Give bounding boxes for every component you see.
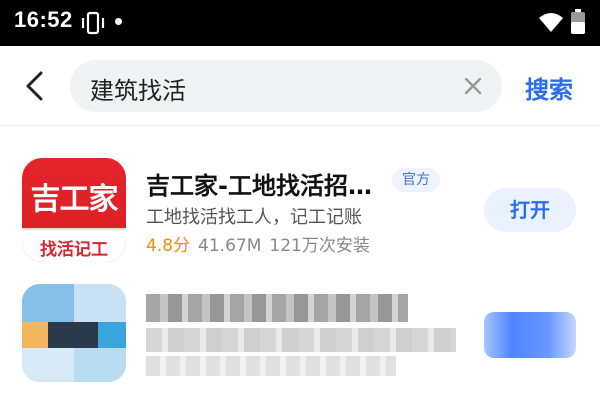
search-header: 建筑找活 搜索	[0, 46, 600, 126]
search-button[interactable]: 搜索	[525, 70, 573, 105]
blur-block	[74, 348, 126, 382]
app-icon[interactable]: 吉工家 找活记工	[22, 158, 126, 262]
app-description: 工地找活找工人，记工记账	[146, 207, 362, 228]
blur-block	[48, 322, 98, 348]
battery-icon	[570, 9, 586, 39]
status-time: 16:52	[14, 7, 73, 32]
app-installs: 121万次安装	[269, 236, 370, 256]
app-title[interactable]: 吉工家-工地找活招…	[146, 166, 372, 201]
blurred-app-icon	[22, 284, 126, 382]
status-bar: 16:52	[0, 0, 600, 46]
chevron-left-icon	[26, 71, 43, 101]
back-button[interactable]	[16, 68, 52, 104]
app-icon-brand-text: 吉工家	[30, 182, 119, 217]
official-badge: 官方	[392, 168, 440, 192]
list-item[interactable]: 吉工家 找活记工 吉工家-工地找活招… 官方 工地找活找工人，记工记账 4.8分…	[0, 150, 600, 262]
search-input[interactable]: 建筑找活	[70, 60, 502, 112]
blurred-app-description	[146, 328, 456, 352]
wifi-icon	[538, 11, 564, 37]
notification-dot-icon	[115, 18, 122, 25]
app-size: 41.67M	[198, 236, 262, 256]
clear-search-button[interactable]	[461, 74, 485, 98]
blur-block	[22, 348, 74, 382]
blurred-list-item[interactable]	[0, 280, 600, 400]
app-rating: 4.8分	[146, 236, 191, 256]
header-divider	[0, 125, 600, 126]
blurred-action-button[interactable]	[484, 312, 576, 358]
search-query-text: 建筑找活	[90, 77, 186, 105]
blur-block	[98, 322, 126, 348]
app-meta: 4.8分 41.67M 121万次安装	[146, 231, 370, 256]
app-icon-slogan-text: 找活记工	[40, 240, 108, 260]
blur-block	[22, 322, 48, 348]
blurred-app-meta	[146, 356, 396, 376]
vibrate-icon	[80, 11, 106, 39]
app-icon-strip: 找活记工	[22, 228, 126, 262]
blurred-app-title	[146, 294, 408, 322]
open-button[interactable]: 打开	[484, 188, 576, 232]
close-icon	[464, 77, 482, 95]
